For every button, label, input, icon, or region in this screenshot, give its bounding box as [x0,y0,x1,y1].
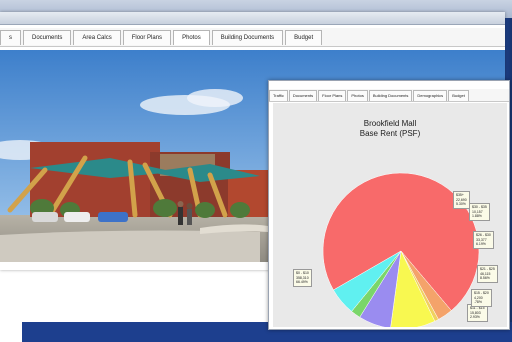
pie-label-15-20: $15 - $20 4,200 .78% [471,289,492,307]
tab-documents[interactable]: Documents [288,89,318,101]
tab-area-calcs[interactable]: Area Calcs [73,29,121,45]
tab-traffic[interactable]: Traffic [269,89,288,101]
property-tab-bar: s Documents Area Calcs Floor Plans Photo… [0,28,505,47]
tab-floor-plans[interactable]: Floor Plans [318,89,347,101]
tab-photos[interactable]: Photos [347,89,368,101]
tab-budget[interactable]: Budget [448,89,469,101]
tab-building-documents[interactable]: Building Documents [368,89,413,101]
tab-traffic[interactable]: s [0,29,21,45]
chart-panel: Brookfield Mall Base Rent (PSF) $0 - $10… [273,103,507,327]
pie-label-35-plus: $35+ 22,690 5.30% [453,191,470,209]
pie-label-11-15: $11 - $15 15,803 2.93% [467,304,488,322]
tab-documents[interactable]: Documents [23,29,72,45]
pie-label-21-25: $21 - $25 46,115 8.56% [477,265,498,283]
chart-tab-bar: Traffic Documents Floor Plans Photos Bui… [269,89,509,102]
pie-label-26-30: $26 - $30 33,377 6.19% [473,231,494,249]
tab-budget[interactable]: Budget [285,29,323,45]
window-titlebar [0,12,505,25]
pie-label-30-35: $30 - $35 10,157 1.88% [469,203,490,221]
tab-building-documents[interactable]: Building Documents [211,29,284,45]
tab-photos[interactable]: Photos [173,29,210,45]
pie-label-0-10: $0 - $10 358,310 66.49% [293,269,312,287]
tab-floor-plans[interactable]: Floor Plans [122,29,172,45]
tab-demographics[interactable]: Demographics [413,89,448,101]
chart-window: Traffic Documents Floor Plans Photos Bui… [268,80,510,330]
